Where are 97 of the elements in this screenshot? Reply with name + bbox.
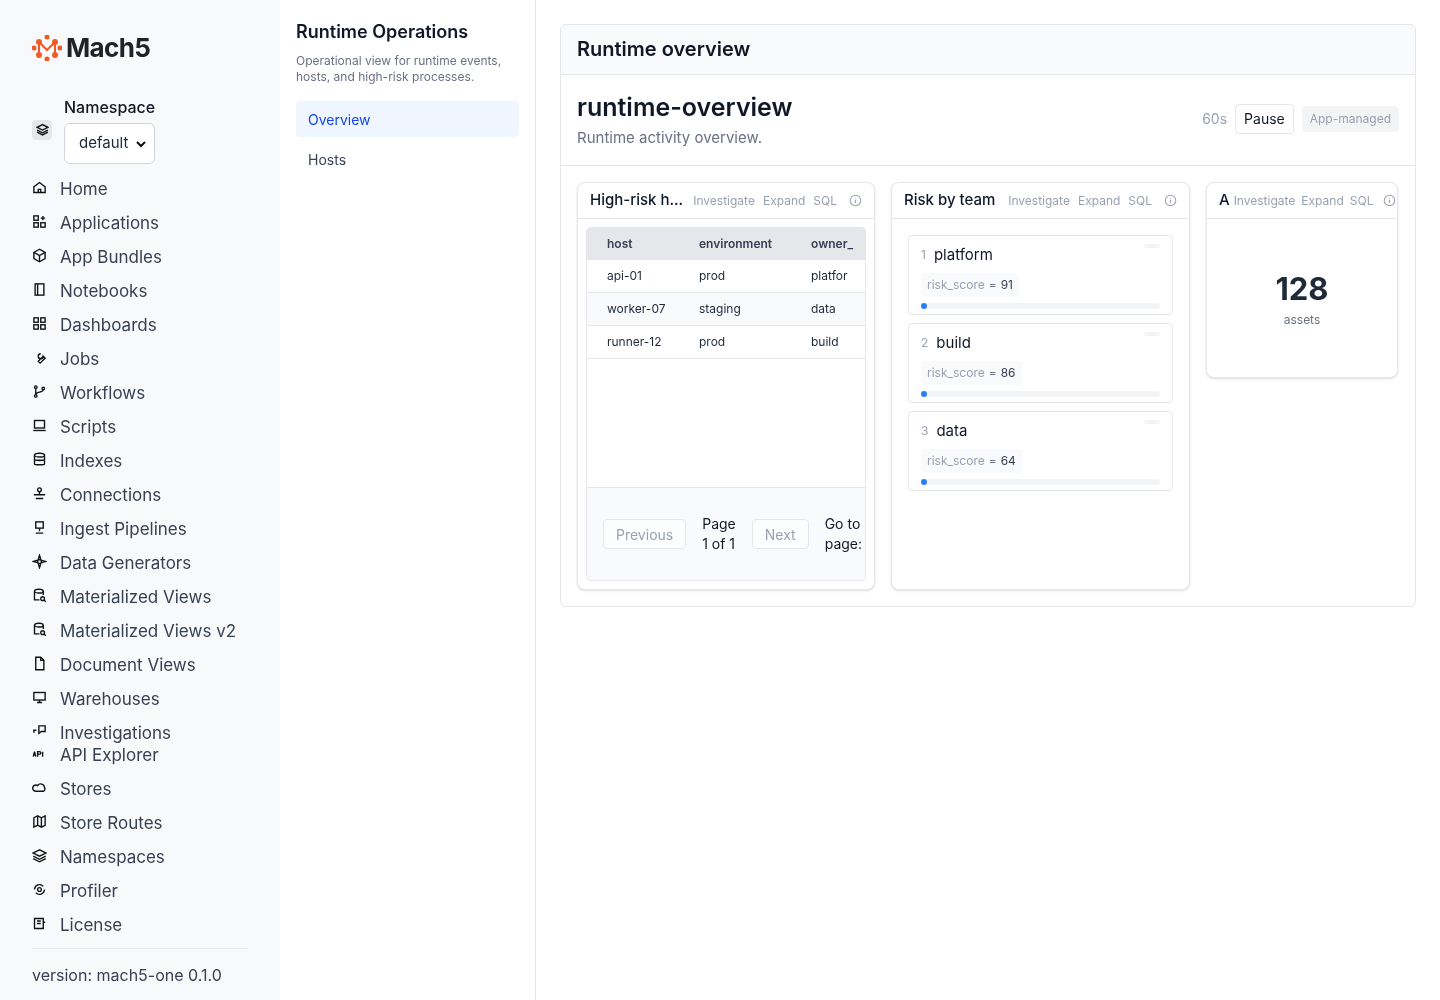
- nav-item[interactable]: Namespaces: [32, 846, 248, 868]
- chevron-down-icon: [136, 138, 146, 149]
- go-to-page-label: Go to page:: [824, 514, 862, 554]
- namespace-label: Namespace: [64, 96, 156, 119]
- nav-icon: [32, 588, 47, 603]
- section-title: Runtime Operations: [296, 20, 470, 44]
- nav-icon: [32, 656, 47, 671]
- equals-sign: =: [988, 275, 997, 294]
- rank-number: 2: [921, 334, 929, 353]
- nav-item[interactable]: Dashboards: [32, 314, 248, 336]
- column-header: host: [607, 235, 634, 253]
- refresh-interval: 60s: [1202, 109, 1228, 129]
- rank-number: 1: [921, 246, 926, 265]
- metric-value: 86: [1000, 363, 1016, 382]
- nav-icon: [32, 780, 47, 795]
- rank-number: 3: [921, 422, 929, 441]
- section-description: Operational view for runtime events, hosts, and high-risk processes.: [296, 53, 503, 85]
- nav-item[interactable]: Ingest Pipelines: [32, 518, 248, 540]
- dashboard-subtitle: Runtime activity overview.: [577, 126, 763, 149]
- metric-name: risk_score: [927, 451, 985, 470]
- metric-name: risk_score: [927, 363, 985, 382]
- nav-item[interactable]: Profiler: [32, 880, 248, 902]
- team-name: data: [936, 420, 968, 442]
- nav-icon: [32, 248, 47, 263]
- team-name: platform: [933, 244, 993, 266]
- page-indicator: Page 1 of 1: [702, 514, 736, 554]
- logo-icon: [32, 34, 62, 61]
- table-cell-text: api-01: [607, 267, 643, 285]
- nav-icon: [32, 452, 47, 467]
- widget-title: High-risk h...: [590, 189, 684, 212]
- nav-item[interactable]: Notebooks: [32, 280, 248, 302]
- namespace-select[interactable]: default: [64, 123, 155, 164]
- layers-icon: [32, 119, 52, 140]
- nav-icon: [32, 554, 47, 569]
- table-cell-text: worker-07: [607, 300, 667, 318]
- stat-caption: assets: [1283, 311, 1321, 329]
- nav-item[interactable]: App Bundles: [32, 246, 248, 268]
- version-text: version: mach5-one 0.1.0: [32, 965, 222, 985]
- table-cell-text: prod: [699, 333, 727, 351]
- nav-icon: [32, 814, 47, 829]
- widget-title: Risk by team: [904, 189, 996, 212]
- nav-item[interactable]: Stores: [32, 778, 248, 800]
- nav-icon: [32, 848, 47, 863]
- pause-button[interactable]: Pause: [1235, 103, 1294, 134]
- nav-item[interactable]: API Explorer: [32, 744, 248, 766]
- nav-icon: [32, 180, 47, 195]
- nav-item[interactable]: Warehouses: [32, 688, 248, 710]
- table-cell-text: staging: [699, 300, 742, 318]
- nav-icon: [32, 520, 47, 535]
- table-cell-text: platfor: [811, 267, 849, 285]
- table-cell-text: runner-12: [607, 333, 663, 351]
- nav-item[interactable]: Materialized Views: [32, 586, 248, 608]
- equals-sign: =: [988, 451, 997, 470]
- nav-item[interactable]: Workflows: [32, 382, 248, 404]
- column-header: environment: [699, 235, 774, 253]
- nav-item[interactable]: Applications: [32, 212, 248, 234]
- nav-item[interactable]: Document Views: [32, 654, 248, 676]
- widget-title: A: [1219, 189, 1230, 212]
- nav-item[interactable]: Indexes: [32, 450, 248, 472]
- nav-icon: [32, 316, 47, 331]
- section-tab[interactable]: Hosts: [296, 141, 519, 177]
- team-name: build: [936, 332, 971, 354]
- nav-icon: [32, 282, 47, 297]
- nav-item[interactable]: Home: [32, 178, 248, 200]
- table-cell-text: build: [811, 333, 840, 351]
- nav-item[interactable]: Materialized Views v2: [32, 620, 248, 642]
- nav-item[interactable]: Connections: [32, 484, 248, 506]
- nav-icon: [32, 916, 47, 931]
- metric-value: 91: [1000, 275, 1013, 294]
- metric-name: risk_score: [927, 275, 985, 294]
- stat-value: 128: [1275, 271, 1329, 307]
- info-icon[interactable]: [849, 194, 862, 207]
- nav-item[interactable]: Jobs: [32, 348, 248, 370]
- nav-icon: [32, 486, 47, 501]
- info-icon[interactable]: [1383, 194, 1397, 207]
- nav-item[interactable]: Store Routes: [32, 812, 248, 834]
- table-cell-text: data: [811, 300, 837, 318]
- nav-item[interactable]: Investigations: [32, 722, 248, 744]
- nav-icon: [32, 690, 47, 705]
- nav-icon: [32, 882, 47, 897]
- nav-item[interactable]: License: [32, 914, 248, 936]
- nav-icon: [32, 622, 47, 637]
- managed-badge: App-managed: [1301, 105, 1399, 132]
- nav-item[interactable]: Scripts: [32, 416, 248, 438]
- metric-value: 64: [1000, 451, 1016, 470]
- panel-title: Runtime overview: [577, 36, 751, 64]
- equals-sign: =: [988, 363, 997, 382]
- nav-icon: [32, 214, 47, 229]
- section-tab[interactable]: Overview: [296, 101, 519, 137]
- info-icon[interactable]: [1164, 194, 1177, 207]
- nav-item[interactable]: Data Generators: [32, 552, 248, 574]
- column-header: owner_: [811, 235, 855, 253]
- brand-name: Mach5: [66, 31, 151, 65]
- dashboard-title: runtime-overview: [577, 90, 793, 123]
- table-cell-text: prod: [699, 267, 727, 285]
- nav-icon: [32, 418, 47, 433]
- nav-icon: [32, 384, 47, 399]
